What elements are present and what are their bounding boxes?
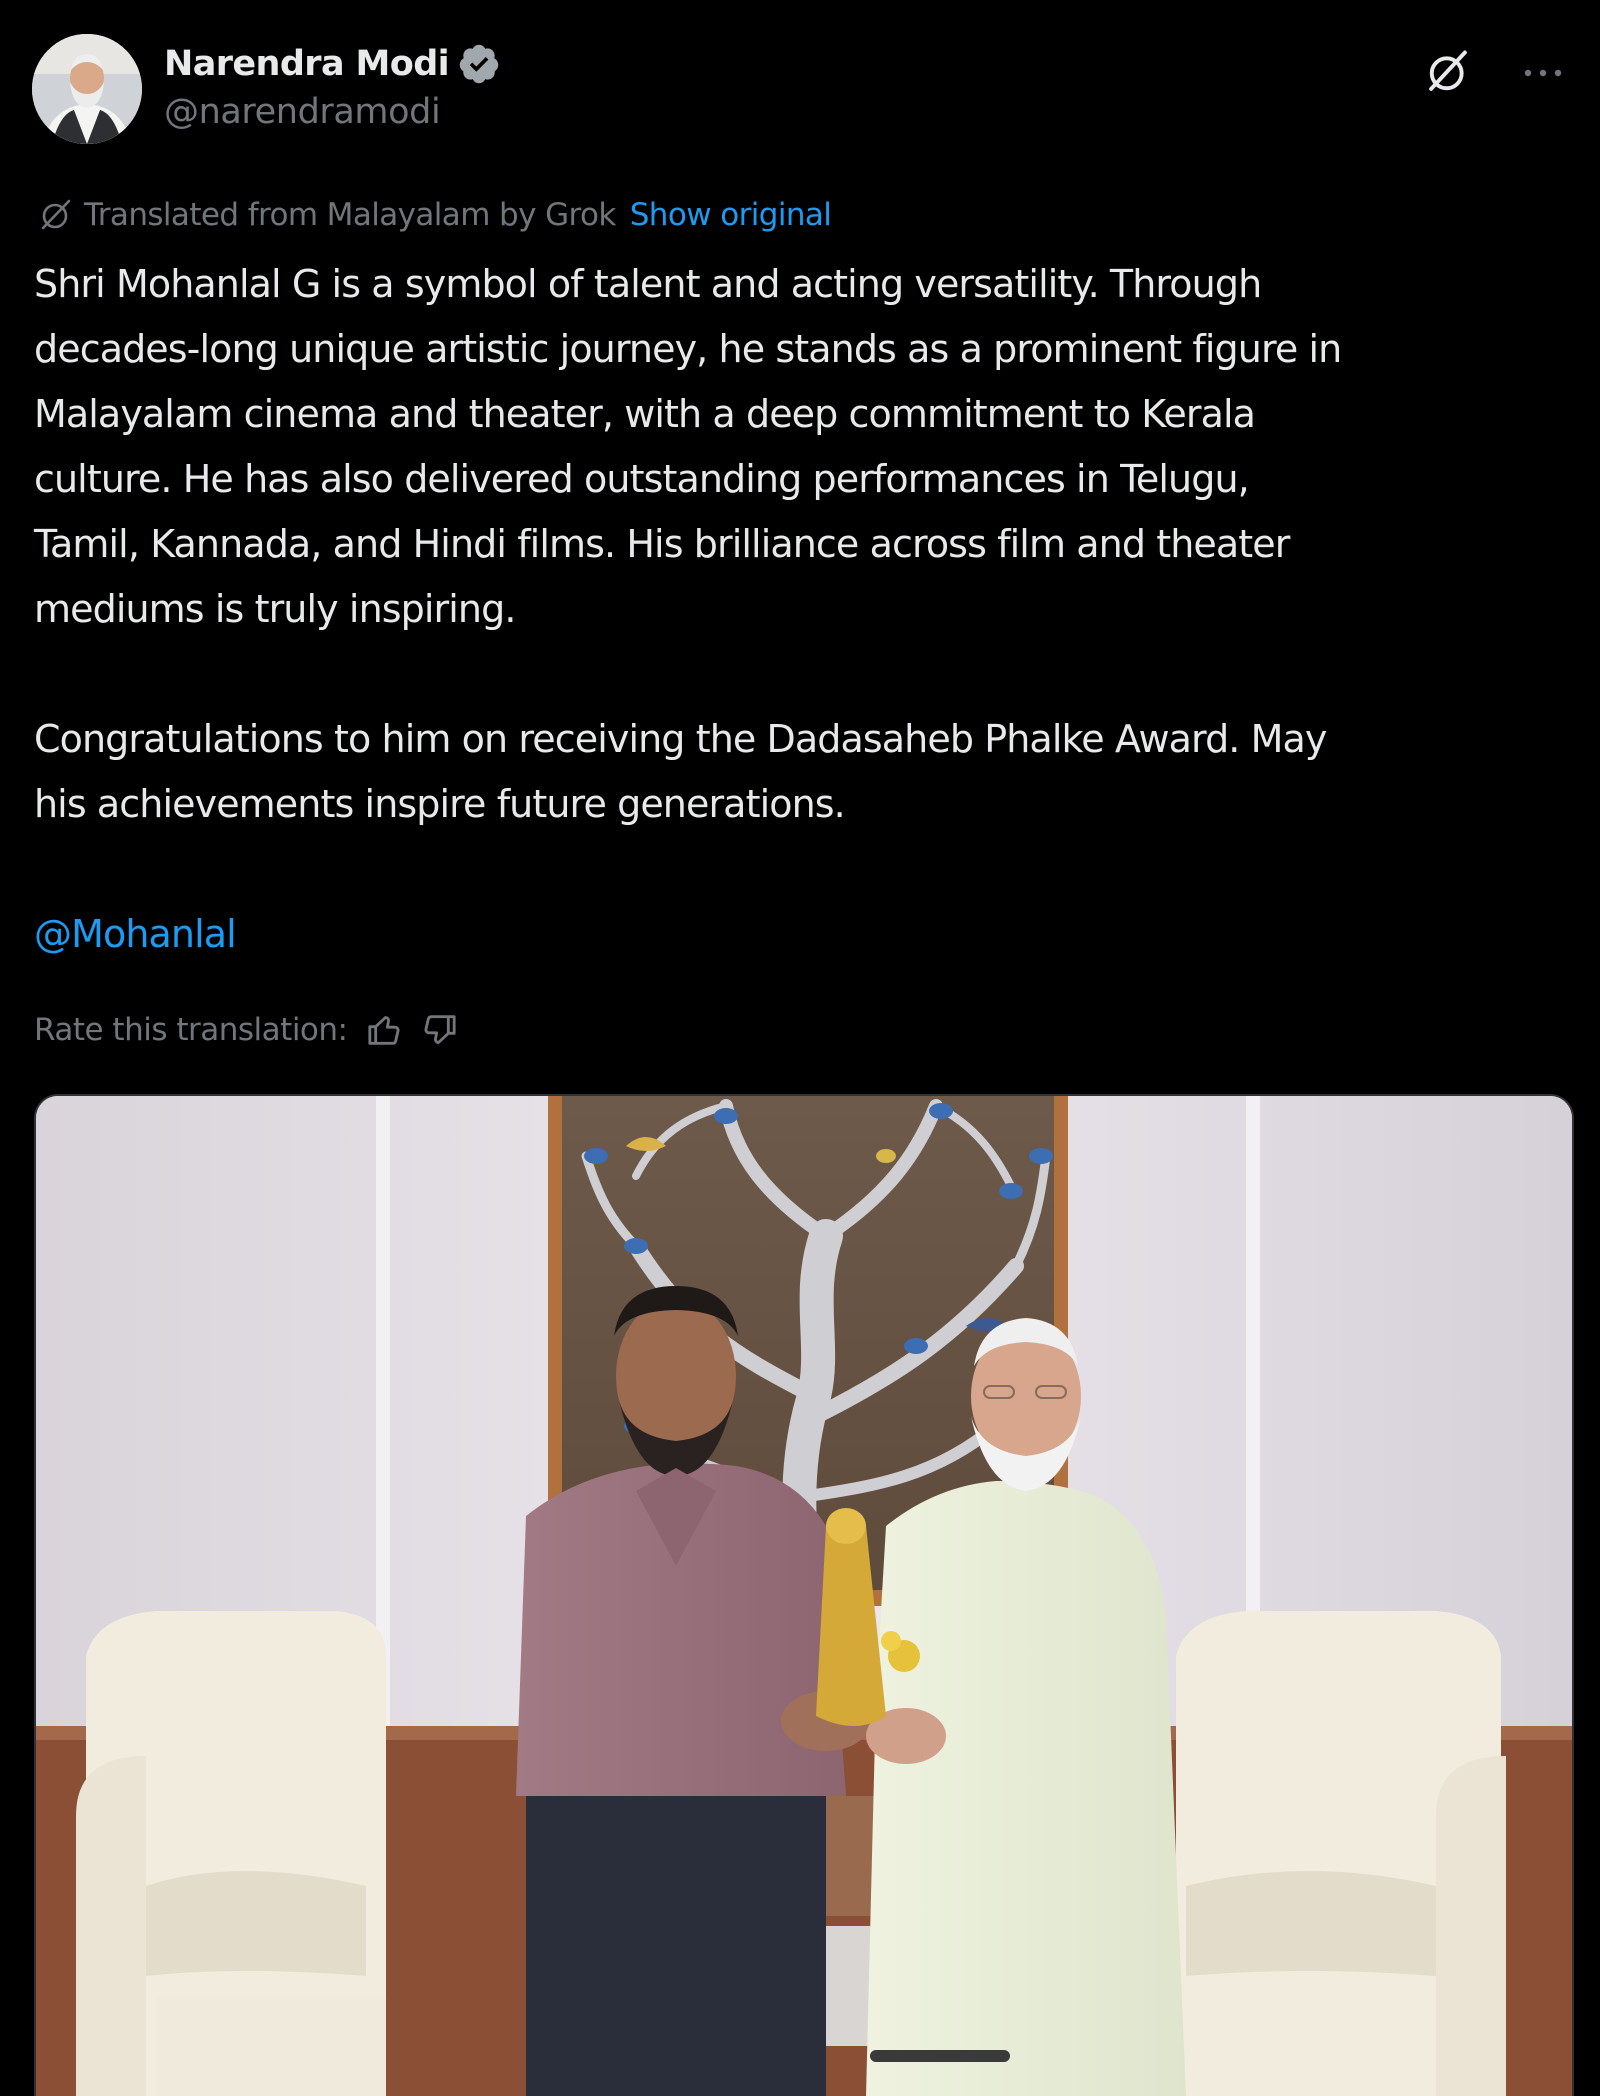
post-paragraph: Shri Mohanlal G is a symbol of talent an… (34, 262, 1342, 631)
thumbs-up-icon[interactable] (364, 1010, 404, 1050)
rate-translation-label: Rate this translation: (34, 1012, 348, 1048)
verified-badge-icon[interactable] (457, 42, 501, 86)
translation-notice: Translated from Malayalam by Grok Show o… (36, 190, 832, 240)
grok-icon[interactable] (1422, 46, 1474, 98)
rate-translation: Rate this translation: (34, 1005, 460, 1055)
post-text: Shri Mohanlal G is a symbol of talent an… (34, 252, 1574, 967)
post-paragraph: Congratulations to him on receiving the … (34, 717, 1327, 826)
author-handle[interactable]: @narendramodi (164, 92, 441, 132)
show-original-link[interactable]: Show original (630, 197, 832, 233)
media-scroll-indicator (870, 2050, 1010, 2062)
photo-image (36, 1096, 1572, 2096)
author-display-name[interactable]: Narendra Modi (164, 44, 450, 84)
mention-link[interactable]: @Mohanlal (34, 902, 1574, 967)
thumbs-down-icon[interactable] (420, 1010, 460, 1050)
translation-notice-text: Translated from Malayalam by Grok (84, 197, 616, 233)
grok-icon (41, 199, 71, 230)
post-header: Narendra Modi @narendramodi (32, 34, 1568, 144)
avatar[interactable] (32, 34, 142, 144)
post-photo[interactable] (34, 1094, 1574, 2096)
profile-photo (32, 34, 142, 144)
more-dots-icon[interactable] (1518, 58, 1568, 88)
